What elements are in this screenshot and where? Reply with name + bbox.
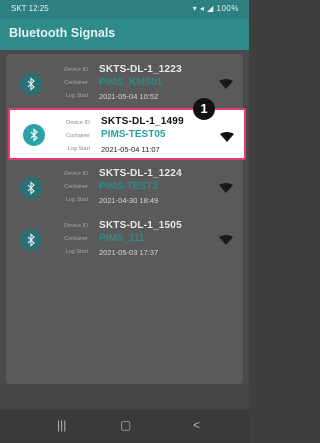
clock: 12:25 (28, 4, 49, 13)
device-id-value: SKTS-DL-1_1224 (99, 168, 182, 179)
recents-button[interactable]: ||| (57, 418, 66, 432)
bluetooth-icon (23, 124, 45, 146)
log-start-label: Log Start (65, 249, 88, 255)
container-label: Container (64, 236, 88, 242)
log-start-value: 2021-05-04 11:07 (101, 145, 160, 154)
phone-screen: SKT 12:25 ▾ ◂ ◢ 100% Bluetooth Signals D… (0, 0, 249, 443)
page-title: Bluetooth Signals (9, 26, 116, 40)
empty-area (0, 384, 249, 410)
wifi-signal-icon (219, 235, 233, 245)
log-start-value: 2021-05-04 10:52 (99, 92, 159, 101)
bluetooth-icon (20, 73, 42, 95)
wifi-signal-icon (219, 183, 233, 193)
wifi-signal-icon (220, 132, 234, 142)
device-card[interactable]: Device ID Container Log Start SKTS-DL-1_… (6, 162, 243, 212)
battery-level: 100% (216, 4, 239, 13)
bluetooth-icon (20, 229, 42, 251)
log-start-label: Log Start (67, 146, 90, 152)
device-id-label: Device ID (64, 67, 88, 73)
home-button[interactable]: ▢ (120, 418, 131, 432)
log-start-label: Log Start (65, 93, 88, 99)
container-value: PIMS-TEST05 (101, 129, 166, 140)
status-left: SKT 12:25 (11, 0, 49, 18)
device-card[interactable]: Device ID Container Log Start SKTS-DL-1_… (6, 214, 243, 264)
log-start-value: 2021-05-03 17:37 (99, 248, 159, 257)
container-label: Container (66, 133, 90, 139)
device-id-label: Device ID (64, 171, 88, 177)
container-label: Container (64, 80, 88, 86)
status-right: ▾ ◂ ◢ 100% (193, 0, 239, 18)
signal-icon: ▾ ◂ ◢ (192, 4, 214, 13)
nav-bar: ||| ▢ < (0, 410, 249, 443)
device-id-value: SKTS-DL-1_1223 (99, 64, 182, 75)
container-label: Container (64, 184, 88, 190)
carrier-label: SKT (11, 4, 27, 13)
wifi-signal-icon (219, 79, 233, 89)
log-start-value: 2021-04-30 18:49 (99, 196, 159, 205)
device-id-label: Device ID (64, 223, 88, 229)
container-value: PIMS_111 (99, 233, 145, 244)
container-value: PIMS_KMS01 (99, 77, 163, 88)
container-value: PIMS-TEST3 (99, 181, 158, 192)
callout-badge: 1 (193, 98, 215, 120)
bluetooth-icon (20, 177, 42, 199)
device-id-label: Device ID (66, 120, 90, 126)
status-bar: SKT 12:25 ▾ ◂ ◢ 100% (0, 0, 249, 18)
device-id-value: SKTS-DL-1_1505 (99, 220, 182, 231)
app-bar: Bluetooth Signals (0, 18, 249, 50)
log-start-label: Log Start (65, 197, 88, 203)
device-id-value: SKTS-DL-1_1499 (101, 116, 184, 127)
back-button[interactable]: < (193, 418, 200, 432)
